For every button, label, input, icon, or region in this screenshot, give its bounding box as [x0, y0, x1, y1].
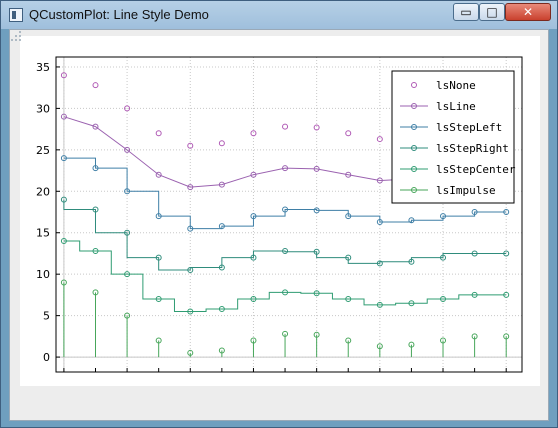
- legend-label-lsStepCenter: lsStepCenter: [436, 163, 516, 176]
- resize-grip-icon[interactable]: [10, 30, 22, 42]
- legend-label-lsStepRight: lsStepRight: [436, 142, 509, 155]
- y-tick-label: 30: [36, 102, 50, 115]
- legend-label-lsNone: lsNone: [436, 79, 476, 92]
- title-bar[interactable]: QCustomPlot: Line Style Demo ▭ □ ✕: [1, 1, 557, 29]
- legend-label-lsLine: lsLine: [436, 100, 476, 113]
- client-area: 0 5 10 15 20 25 30 35 lsNone lsLine lsStepLeft lsSt…: [9, 29, 549, 421]
- custom-plot[interactable]: 0 5 10 15 20 25 30 35 lsNone lsLine lsStepLeft lsSt…: [10, 30, 550, 422]
- y-tick-label: 20: [36, 185, 50, 198]
- point-lsNone: [376, 136, 383, 143]
- window-title: QCustomPlot: Line Style Demo: [29, 7, 209, 22]
- maximize-icon: □: [486, 5, 498, 19]
- legend-label-lsStepLeft: lsStepLeft: [436, 121, 502, 134]
- y-tick-label: 0: [43, 351, 50, 364]
- legend-label-lsImpulse: lsImpulse: [436, 184, 496, 197]
- point-lsNone: [92, 82, 99, 89]
- y-tick-label: 25: [36, 144, 50, 157]
- app-icon: [9, 8, 23, 22]
- application-window: QCustomPlot: Line Style Demo ▭ □ ✕ 0 5 10 1…: [0, 0, 558, 428]
- y-tick-label: 10: [36, 268, 50, 281]
- close-icon: ✕: [522, 5, 534, 19]
- minimize-icon: ▭: [460, 5, 472, 19]
- maximize-button[interactable]: □: [479, 3, 505, 21]
- point-lsNone: [345, 130, 352, 137]
- minimize-button[interactable]: ▭: [453, 3, 479, 21]
- y-tick-label: 5: [43, 310, 50, 323]
- point-lsNone: [218, 140, 225, 147]
- point-lsNone: [282, 123, 289, 130]
- close-button[interactable]: ✕: [505, 3, 551, 21]
- y-tick-label: 35: [36, 61, 50, 74]
- y-tick-label: 15: [36, 227, 50, 240]
- point-lsNone: [155, 130, 162, 137]
